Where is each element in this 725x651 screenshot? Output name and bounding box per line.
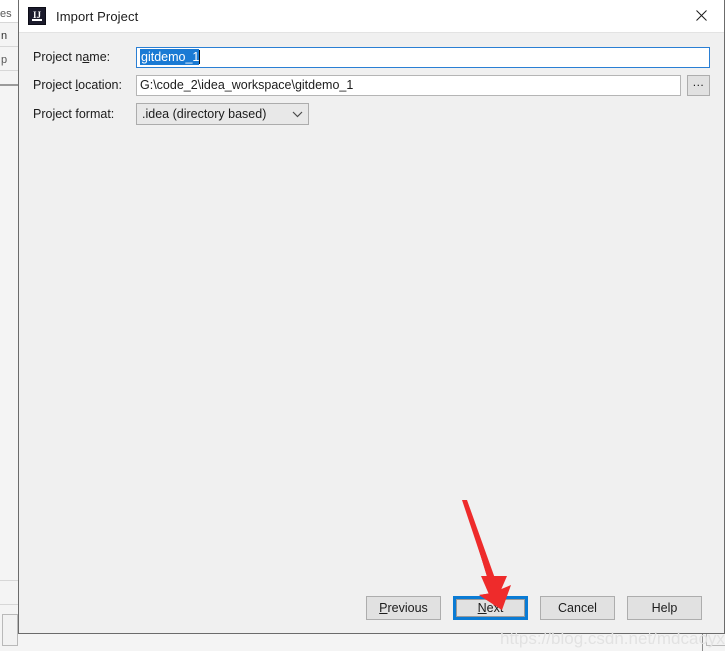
- project-name-label: Project name:: [33, 50, 111, 64]
- project-form: Project name: gitdemo_1 Project location…: [19, 32, 724, 132]
- dialog-title: Import Project: [56, 8, 139, 24]
- previous-button[interactable]: Previous: [366, 596, 441, 620]
- dialog-titlebar: IJ Import Project: [19, 0, 724, 33]
- project-name-row: Project name: gitdemo_1: [19, 46, 724, 68]
- ellipsis-icon: ...: [692, 75, 705, 89]
- project-location-input[interactable]: G:\code_2\idea_workspace\gitdemo_1: [136, 74, 681, 96]
- project-format-label: Project format:: [33, 107, 115, 121]
- intellij-idea-icon: IJ: [28, 7, 46, 25]
- help-button[interactable]: Help: [627, 596, 702, 620]
- project-format-row: Project format: .idea (directory based): [19, 102, 724, 126]
- chevron-down-icon: [286, 111, 308, 118]
- cancel-button[interactable]: Cancel: [540, 596, 615, 620]
- text-caret: [199, 49, 201, 64]
- project-format-value: .idea (directory based): [142, 107, 267, 121]
- project-name-input[interactable]: gitdemo_1: [136, 46, 710, 68]
- import-project-dialog: IJ Import Project Project name: gitdemo_…: [18, 0, 725, 634]
- screen: es n p t i a p IJ Import Project Pro: [0, 0, 725, 651]
- browse-button[interactable]: ...: [687, 74, 710, 96]
- close-icon[interactable]: [678, 0, 724, 31]
- project-location-row: Project location: G:\code_2\idea_workspa…: [19, 74, 724, 96]
- project-location-label: Project location:: [33, 78, 122, 92]
- dialog-footer: Previous Next Cancel Help: [19, 583, 724, 633]
- watermark: https://blog.csdn.net/mdcaoyx: [500, 629, 725, 648]
- project-format-select[interactable]: .idea (directory based): [136, 103, 309, 125]
- next-button[interactable]: Next: [453, 596, 528, 620]
